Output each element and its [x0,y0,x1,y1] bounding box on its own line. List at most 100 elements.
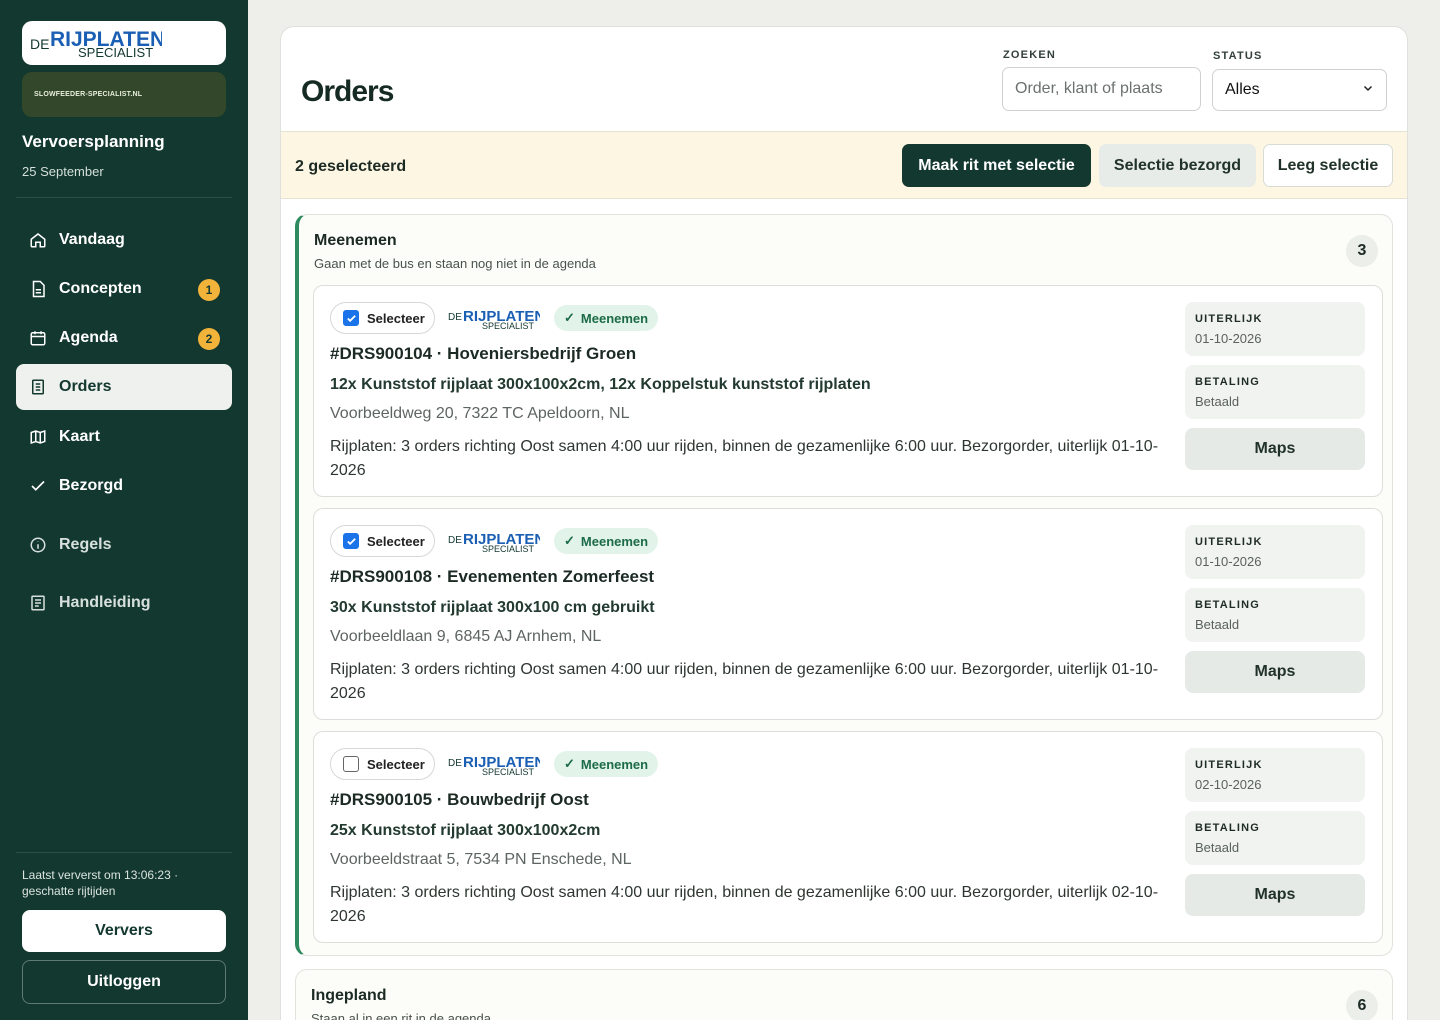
status-badge: ✓ Meenemen [554,305,659,331]
order-card: Selecteer DE RIJPLATEN SPECIALIST ✓ Meen… [313,285,1383,497]
nav-item-vandaag[interactable]: Vandaag [16,217,232,263]
rijplaten-logo[interactable]: DE RIJPLATEN SPECIALIST [22,21,226,65]
divider [16,852,232,853]
maps-button[interactable]: Maps [1185,874,1365,916]
status-badge-label: Meenemen [580,310,649,326]
svg-text:SPECIALIST: SPECIALIST [78,45,153,59]
order-products: 12x Kunststof rijplaat 300x100x2cm, 12x … [330,376,871,393]
deadline-value: 02-10-2026 [1195,777,1262,792]
nav-item-kaart[interactable]: Kaart [16,414,232,460]
nav-item-handleiding[interactable]: Handleiding [16,580,232,626]
order-note: Rijplaten: 3 orders richting Oost samen … [330,438,1159,479]
payment-value: Betaald [1195,394,1240,409]
status-select[interactable]: Alles [1212,69,1387,111]
rijplaten-logo-icon: DE RIJPLATEN SPECIALIST [448,308,545,331]
group-title: Meenemen [314,232,397,249]
check-icon [28,476,48,496]
order-card: Selecteer DE RIJPLATEN SPECIALIST ✓ Meen… [313,508,1383,720]
clear-selection-button[interactable]: Leeg selectie [1263,144,1393,187]
search-input[interactable] [1002,67,1201,111]
order-address: Voorbeeldweg 20, 7322 TC Apeldoorn, NL [330,405,630,422]
deadline-value: 01-10-2026 [1195,331,1262,346]
svg-text:SPECIALIST: SPECIALIST [482,321,535,331]
nav-label: Agenda [59,329,118,346]
group-title: Ingepland [311,987,387,1004]
deadline-label: UITERLIJK [1195,759,1263,771]
selection-bar: 2 geselecteerd Maak rit met selectie Sel… [281,131,1407,199]
nav-item-agenda[interactable]: Agenda 2 [16,315,232,361]
nav-label: Orders [59,378,112,395]
rijplaten-small-logo: DE RIJPLATEN SPECIALIST [448,530,545,559]
payment-label: BETALING [1195,376,1261,388]
status-label: STATUS [1213,50,1263,62]
order-card: Selecteer DE RIJPLATEN SPECIALIST ✓ Meen… [313,731,1383,943]
app-title: Vervoersplanning [22,132,165,151]
check-icon: ✓ [564,756,575,771]
checkbox-unchecked[interactable] [343,756,359,772]
rijplaten-logo-icon: DE RIJPLATEN SPECIALIST [448,754,545,777]
manual-icon [28,593,48,613]
status-badge: ✓ Meenemen [554,528,659,554]
make-trip-button[interactable]: Maak rit met selectie [902,144,1091,187]
status-badge-label: Meenemen [580,533,649,549]
refresh-button[interactable]: Ververs [22,910,226,952]
nav-label: Handleiding [59,594,151,611]
group-count: 6 [1346,990,1378,1020]
select-label: Selecteer [367,310,425,326]
payment-value: Betaald [1195,617,1240,632]
status-select-value: Alles [1225,81,1260,98]
calendar-icon [28,328,48,348]
order-note: Rijplaten: 3 orders richting Oost samen … [330,884,1159,925]
status-badge-label: Meenemen [580,756,649,772]
checkbox-checked[interactable] [343,310,359,326]
agenda-badge: 2 [198,328,220,350]
group-subtitle: Staan al in een rit in de agenda [311,1011,491,1020]
order-products: 30x Kunststof rijplaat 300x100 cm gebrui… [330,599,655,616]
group-subtitle: Gaan met de bus en staan nog niet in de … [314,256,596,271]
nav-item-concepten[interactable]: Concepten 1 [16,266,232,312]
last-refreshed-text: Laatst ververst om 13:06:23 · geschatte … [22,868,179,898]
maps-button[interactable]: Maps [1185,651,1365,693]
select-toggle[interactable]: Selecteer [330,525,435,557]
search-label: ZOEKEN [1003,49,1057,61]
deadline-value: 01-10-2026 [1195,554,1262,569]
select-toggle[interactable]: Selecteer [330,748,435,780]
current-date: 25 September [22,164,104,179]
payment-label: BETALING [1195,599,1261,611]
mark-delivered-button[interactable]: Selectie bezorgd [1099,144,1256,187]
select-toggle[interactable]: Selecteer [330,302,435,334]
logout-button[interactable]: Uitloggen [22,960,226,1004]
order-address: Voorbeeldstraat 5, 7534 PN Enschede, NL [330,851,632,868]
payment-box: BETALING Betaald [1185,811,1365,865]
maps-button[interactable]: Maps [1185,428,1365,470]
divider [16,197,232,198]
payment-box: BETALING Betaald [1185,365,1365,419]
rijplaten-logo-icon: DE RIJPLATEN SPECIALIST [30,28,162,59]
nav-item-orders[interactable]: Orders [16,364,232,410]
orders-panel: Orders ZOEKEN STATUS Alles 2 geselecteer… [280,26,1408,1020]
deadline-label: UITERLIJK [1195,313,1263,325]
rijplaten-small-logo: DE RIJPLATEN SPECIALIST [448,753,545,782]
order-title: #DRS900105 · Bouwbedrijf Oost [330,790,589,809]
nav-label: Kaart [59,428,100,445]
deadline-box: UITERLIJK 01-10-2026 [1185,525,1365,579]
checkbox-checked[interactable] [343,533,359,549]
check-icon: ✓ [564,310,575,325]
document-icon [28,279,48,299]
order-address: Voorbeeldlaan 9, 6845 AJ Arnhem, NL [330,628,602,645]
group-meenemen: Meenemen Gaan met de bus en staan nog ni… [295,214,1393,956]
order-title: #DRS900108 · Evenementen Zomerfeest [330,567,655,586]
rijplaten-logo-icon: DE RIJPLATEN SPECIALIST [448,531,545,554]
nav-label: Bezorgd [59,477,123,494]
slowfeeder-logo[interactable]: SLOWFEEDER-SPECIALIST.NL [22,72,226,117]
chevron-down-icon [1362,81,1374,99]
group-ingepland: Ingepland Staan al in een rit in de agen… [295,969,1393,1020]
svg-text:SPECIALIST: SPECIALIST [482,544,535,554]
order-title: #DRS900104 · Hoveniersbedrijf Groen [330,344,637,363]
nav-item-regels[interactable]: Regels [16,522,232,568]
svg-text:DE: DE [30,36,49,52]
order-note: Rijplaten: 3 orders richting Oost samen … [330,661,1159,702]
info-icon [28,535,48,555]
slowfeeder-logo-text: SLOWFEEDER-SPECIALIST.NL [34,91,143,98]
nav-item-bezorgd[interactable]: Bezorgd [16,463,232,509]
